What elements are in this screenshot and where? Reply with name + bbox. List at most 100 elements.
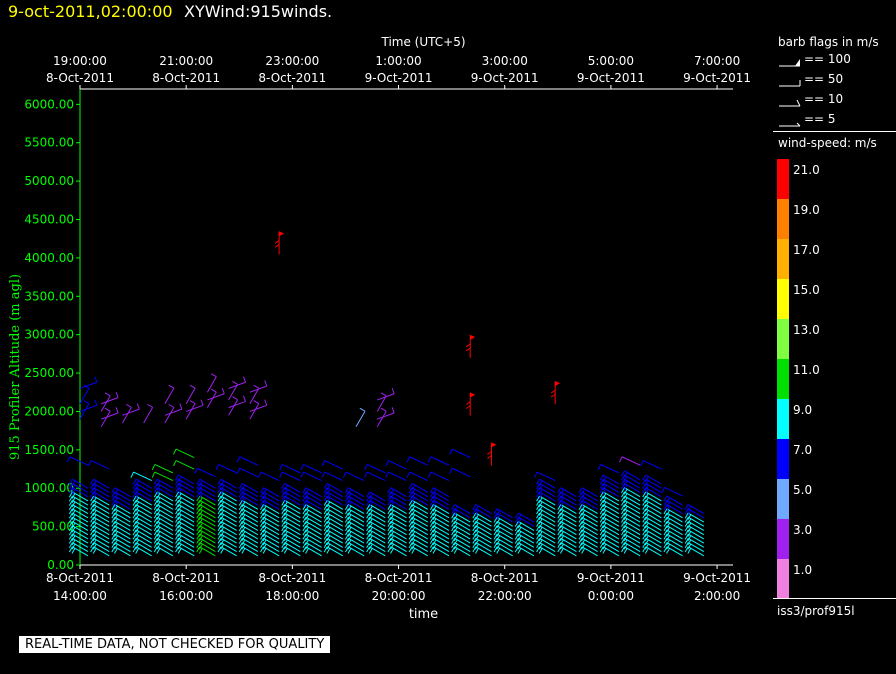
barb-staff	[687, 529, 705, 540]
barb-staff	[560, 529, 577, 540]
barb-staff	[411, 529, 428, 540]
speed-color-swatch	[777, 479, 789, 519]
barb-staff	[93, 546, 110, 557]
barb-staff	[369, 521, 386, 531]
barb-staff	[263, 542, 280, 552]
barb-staff	[284, 537, 301, 548]
barb-staff	[135, 516, 152, 527]
barb-flag	[264, 380, 268, 387]
barb-staff	[369, 495, 386, 506]
barb-staff	[239, 467, 259, 478]
barb-staff	[220, 512, 237, 523]
wind-barb	[236, 456, 259, 466]
wind-barb	[257, 471, 280, 482]
wind-barb	[101, 391, 119, 405]
barb-staff	[178, 542, 195, 552]
barb-staff	[348, 525, 365, 536]
barb-staff	[348, 521, 365, 531]
wind-barb	[101, 407, 119, 420]
barb-staff	[305, 542, 322, 552]
barb-staff	[581, 537, 598, 548]
barb-staff	[624, 491, 641, 502]
barb-staff	[666, 516, 683, 527]
barb-staff	[390, 516, 407, 527]
barb-flag	[189, 384, 196, 389]
wind-barb	[449, 467, 471, 478]
barb-staff	[135, 525, 152, 536]
barb-staff	[242, 491, 259, 502]
barb-staff	[305, 546, 322, 557]
x-tick-label-time: 0:00:00	[588, 589, 634, 603]
barb-staff	[90, 460, 110, 470]
legend-divider	[773, 131, 896, 132]
barb-staff	[175, 460, 195, 470]
barb-pennant	[470, 335, 476, 341]
top-tick-label-time: 3:00:00	[482, 54, 528, 68]
barb-staff	[157, 499, 174, 510]
barb-staff	[326, 542, 344, 552]
barb-staff	[218, 463, 237, 474]
wind-barb	[66, 456, 89, 466]
barb-flag	[534, 471, 538, 478]
barb-staff	[242, 537, 259, 548]
wind-barb	[406, 471, 428, 482]
legend-panel: barb flags in m/s == 100 == 50 == 10 == 5 w…	[773, 30, 896, 624]
wind-barb	[550, 381, 561, 405]
barb-staff	[324, 460, 344, 470]
barb-staff	[326, 529, 344, 540]
barb-staff	[409, 471, 428, 482]
barb-flag	[406, 471, 411, 478]
barb-staff	[157, 516, 174, 527]
barb-staff	[93, 537, 110, 548]
barb-staff	[114, 516, 131, 527]
barb-flag	[130, 471, 134, 478]
barb-staff	[624, 521, 641, 531]
barb-flag	[385, 460, 389, 467]
barb-staff	[263, 529, 280, 540]
barb-staff	[260, 471, 280, 482]
barb-flag	[264, 399, 268, 406]
barb-staff	[475, 504, 492, 514]
y-tick-label: 3000.00	[24, 328, 74, 342]
barb-flag	[279, 471, 283, 478]
barb-staff	[284, 529, 301, 540]
barb-staff	[305, 525, 322, 536]
barb-staff	[326, 533, 344, 544]
barb-staff	[624, 546, 641, 557]
wind-barb	[342, 471, 365, 482]
barb-staff	[603, 525, 620, 536]
barb-staff	[242, 487, 259, 498]
barb-staff	[409, 456, 428, 466]
barb-staff	[454, 525, 471, 536]
barb-staff	[496, 546, 513, 557]
barb-staff	[624, 533, 641, 544]
top-tick-label-date: 9-Oct-2011	[577, 71, 645, 85]
barb-staff	[263, 487, 280, 498]
barb-staff	[518, 546, 535, 557]
barb-staff	[305, 537, 322, 548]
barb-staff	[560, 542, 577, 552]
barb-staff	[135, 491, 152, 502]
speed-scale-label: 9.0	[793, 403, 813, 417]
barb-staff	[624, 512, 641, 523]
barb-staff	[305, 512, 322, 523]
barb-staff	[560, 546, 577, 557]
y-tick-label: 1000.00	[24, 481, 74, 495]
barb-staff	[454, 516, 471, 527]
wind-barb	[143, 403, 154, 424]
wind-barb	[122, 403, 140, 416]
barb-flag	[236, 456, 241, 463]
barb-staff	[199, 508, 216, 519]
barb-staff	[433, 537, 450, 548]
barb-flag	[115, 407, 119, 414]
x-tick-label-time: 18:00:00	[265, 589, 319, 603]
barb-staff	[135, 537, 152, 548]
barb-staff	[369, 533, 386, 544]
wind-barb	[640, 460, 662, 470]
barb-pennant	[470, 392, 476, 398]
barb-staff	[263, 504, 280, 514]
barb-flag	[364, 471, 368, 478]
barb-staff	[666, 529, 683, 540]
top-tick-label-time: 23:00:00	[265, 54, 319, 68]
barb-staff	[326, 516, 344, 527]
